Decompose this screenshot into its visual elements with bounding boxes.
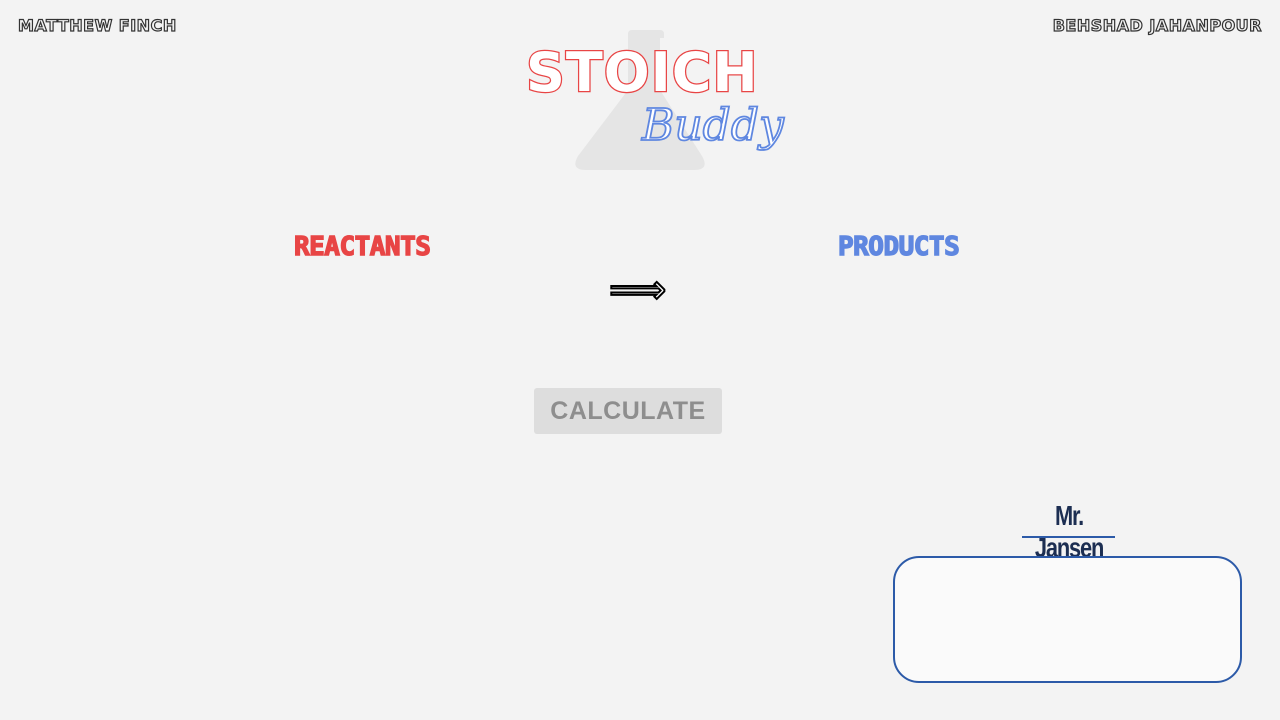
assistant-message-box bbox=[893, 556, 1242, 683]
logo-buddy: Buddy bbox=[641, 100, 785, 151]
assistant-name-underline bbox=[1022, 536, 1115, 538]
calculate-button[interactable]: CALCULATE bbox=[534, 388, 722, 434]
assistant-name: Mr. Jansen bbox=[1034, 500, 1104, 563]
reactants-label: REACTANTS bbox=[293, 231, 431, 262]
app-logo: STOICH Buddy bbox=[520, 28, 785, 173]
products-label: PRODUCTS bbox=[837, 231, 960, 262]
logo-stoich: STOICH bbox=[525, 41, 759, 104]
app-page: MATTHEW FINCH BEHSHAD JAHANPOUR STOICH B… bbox=[0, 0, 1280, 720]
yields-arrow-icon: ⟹ bbox=[608, 267, 667, 313]
author-left: MATTHEW FINCH bbox=[17, 15, 177, 35]
author-right: BEHSHAD JAHANPOUR bbox=[1052, 15, 1262, 35]
